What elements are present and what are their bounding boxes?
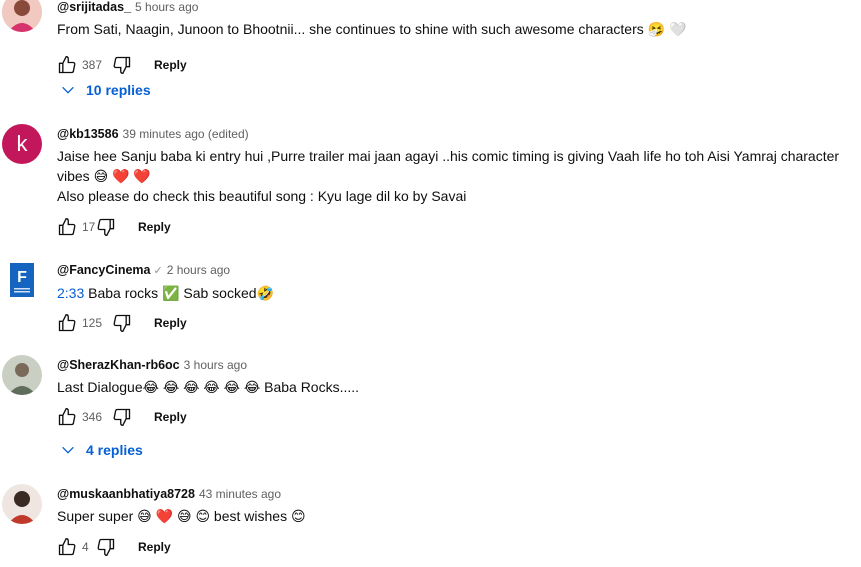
avatar[interactable] bbox=[2, 0, 42, 32]
comment-time[interactable]: 2 hours ago bbox=[167, 263, 230, 277]
svg-text:F: F bbox=[17, 269, 27, 286]
like-count: 4 bbox=[82, 540, 89, 554]
replies-count: 4 replies bbox=[86, 442, 143, 458]
comment-author[interactable]: @FancyCinema bbox=[57, 263, 150, 277]
reply-button[interactable]: Reply bbox=[138, 540, 171, 554]
avatar[interactable] bbox=[2, 355, 42, 395]
comment-line: Also please do check this beautiful song… bbox=[57, 188, 467, 204]
comment-time[interactable]: 39 minutes ago (edited) bbox=[123, 127, 249, 141]
reply-button[interactable]: Reply bbox=[154, 58, 187, 72]
comment-text: From Sati, Naagin, Junoon to Bhootnii...… bbox=[57, 21, 687, 37]
comment-time[interactable]: 43 minutes ago bbox=[199, 487, 281, 501]
comment-body: @FancyCinema ✓ 2 hours ago 2:33 Baba rocks… bbox=[57, 262, 851, 303]
comment-body: @muskaanbhatiya8728 43 minutes ago Super … bbox=[57, 486, 851, 526]
comment-time[interactable]: 5 hours ago bbox=[135, 0, 198, 14]
like-icon[interactable] bbox=[57, 313, 77, 333]
like-count: 125 bbox=[82, 316, 103, 330]
like-icon[interactable] bbox=[57, 407, 77, 427]
reply-button[interactable]: Reply bbox=[154, 316, 187, 330]
comment-actions: 125 Reply bbox=[57, 311, 187, 335]
dislike-icon[interactable] bbox=[112, 55, 132, 75]
replies-count: 10 replies bbox=[86, 82, 151, 98]
verified-check-icon: ✓ bbox=[153, 265, 163, 277]
like-icon[interactable] bbox=[57, 537, 77, 557]
comment-actions: 4 Reply bbox=[57, 535, 171, 559]
dislike-icon[interactable] bbox=[112, 313, 132, 333]
like-icon[interactable] bbox=[57, 55, 77, 75]
comment-author[interactable]: @kb13586 bbox=[57, 127, 119, 141]
avatar[interactable] bbox=[2, 484, 42, 524]
comment-time[interactable]: 3 hours ago bbox=[184, 358, 247, 372]
comment-text: Jaise hee Sanju baba ki entry hui ,Purre… bbox=[57, 146, 851, 206]
reply-button[interactable]: Reply bbox=[154, 410, 187, 424]
comment-line: Jaise hee Sanju baba ki entry hui ,Purre… bbox=[57, 148, 840, 164]
comment-text: Last Dialogue😂 😂 😂 😂 😂 😂 Baba Rocks..... bbox=[57, 379, 360, 395]
comment-body: @srijitadas_ 5 hours ago From Sati, Naagi… bbox=[57, 0, 851, 39]
avatar[interactable]: F bbox=[2, 260, 42, 300]
chevron-down-icon bbox=[62, 86, 74, 94]
view-replies-button[interactable]: 4 replies bbox=[60, 442, 143, 458]
comment-author[interactable]: @srijitadas_ bbox=[57, 0, 131, 14]
like-count: 17 bbox=[82, 220, 96, 234]
comment-text: 2:33 Baba rocks ✅ Sab socked🤣 bbox=[57, 283, 851, 303]
comment-line: Baba rocks ✅ Sab socked🤣 bbox=[88, 285, 274, 301]
comment-text: Super super 😅 ❤️ 😅 😊 best wishes 😊 bbox=[57, 508, 306, 524]
like-count: 387 bbox=[82, 58, 103, 72]
comment-actions: 346 Reply bbox=[57, 405, 187, 429]
dislike-icon[interactable] bbox=[112, 407, 132, 427]
avatar-letter: k bbox=[16, 131, 28, 156]
reply-button[interactable]: Reply bbox=[138, 220, 171, 234]
dislike-icon[interactable] bbox=[96, 537, 116, 557]
view-replies-button[interactable]: 10 replies bbox=[60, 82, 151, 98]
comment-body: @SherazKhan-rb6oc 3 hours ago Last Dialog… bbox=[57, 357, 851, 397]
timestamp-link[interactable]: 2:33 bbox=[57, 285, 84, 301]
dislike-icon[interactable] bbox=[96, 217, 116, 237]
avatar[interactable]: k bbox=[2, 124, 42, 164]
like-icon[interactable] bbox=[57, 217, 77, 237]
comment-author[interactable]: @muskaanbhatiya8728 bbox=[57, 487, 195, 501]
comment-actions: 387 Reply bbox=[57, 53, 187, 77]
comment-actions: 17 Reply bbox=[57, 215, 171, 239]
comment-body: @kb13586 39 minutes ago (edited) Jaise he… bbox=[57, 126, 851, 206]
comment-line: vibes 😅 ❤️ ❤️ bbox=[57, 168, 151, 184]
like-count: 346 bbox=[82, 410, 103, 424]
chevron-down-icon bbox=[62, 446, 74, 454]
comment-author[interactable]: @SherazKhan-rb6oc bbox=[57, 358, 180, 372]
